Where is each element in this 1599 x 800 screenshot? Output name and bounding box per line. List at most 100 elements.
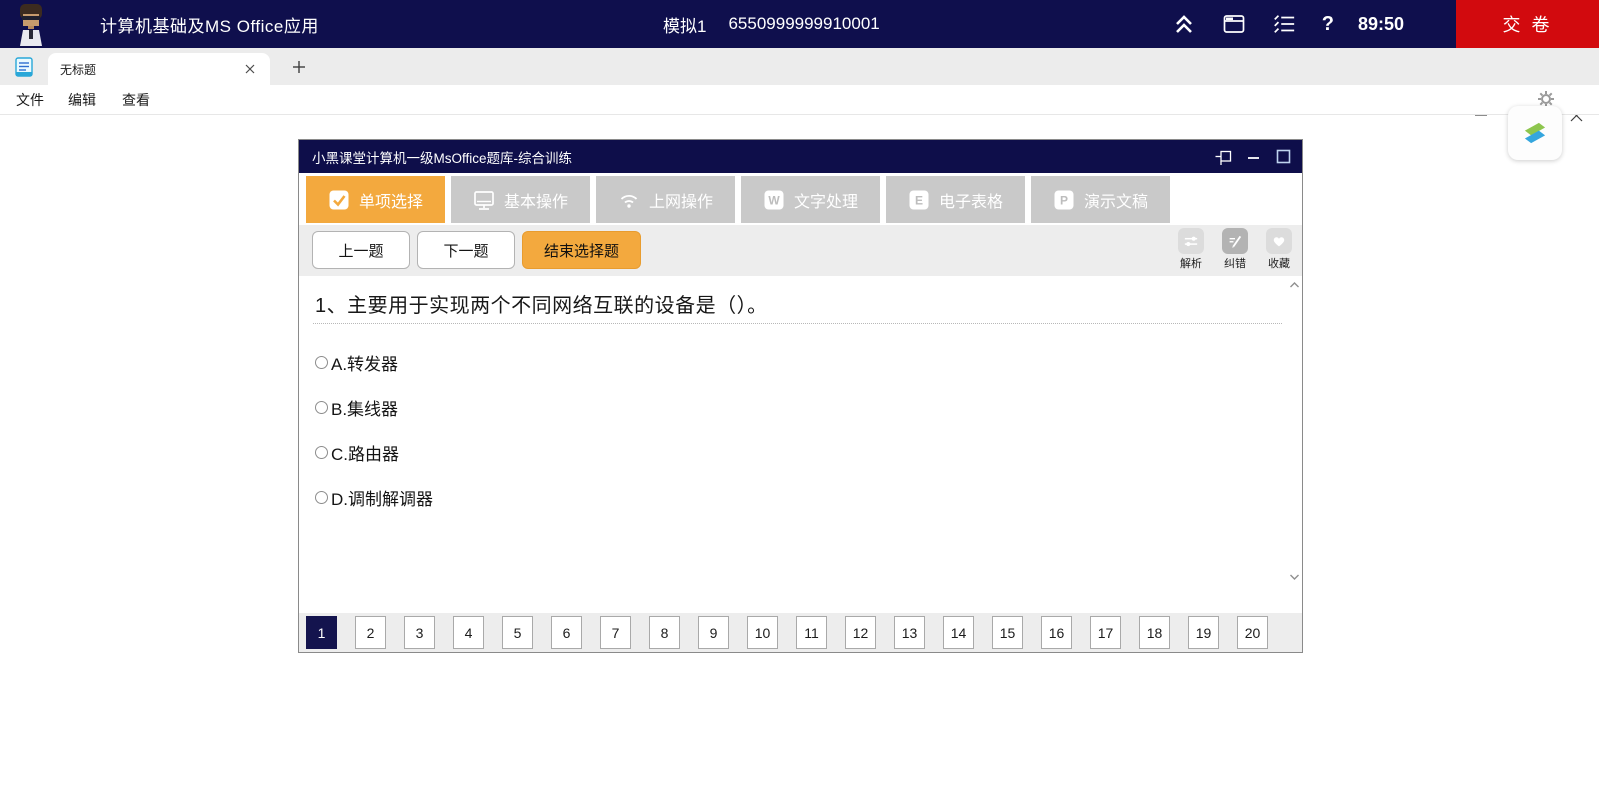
tab-single-choice[interactable]: 单项选择 xyxy=(306,176,445,223)
ppt-icon: P xyxy=(1053,189,1075,211)
quiz-dialog-titlebar[interactable]: 小黑课堂计算机一级MsOffice题库-综合训练 xyxy=(299,140,1302,173)
option-b-label: B.集线器 xyxy=(331,395,398,420)
submit-exam-button[interactable]: 交 卷 xyxy=(1456,0,1599,48)
favorite-tool[interactable]: 收藏 xyxy=(1262,228,1296,271)
quiz-dialog-title: 小黑课堂计算机一级MsOffice题库-综合训练 xyxy=(312,147,1215,167)
analysis-label: 解析 xyxy=(1180,255,1202,271)
new-tab-icon[interactable] xyxy=(290,58,308,76)
collapse-chevrons-icon[interactable] xyxy=(1172,12,1196,36)
scroll-down-icon[interactable] xyxy=(1289,573,1300,581)
menu-view[interactable]: 查看 xyxy=(118,85,154,115)
tab-label: 电子表格 xyxy=(939,188,1003,212)
question-type-tabs: 单项选择 基本操作 上网操作 xyxy=(299,173,1302,225)
question-number-7[interactable]: 7 xyxy=(600,616,631,649)
radio-icon[interactable] xyxy=(315,491,328,504)
menu-file[interactable]: 文件 xyxy=(12,85,48,115)
screen: 计算机基础及MS Office应用 模拟1 6550999999910001 xyxy=(0,0,1599,800)
analysis-tool[interactable]: 解析 xyxy=(1174,228,1208,271)
notepad-tab-title: 无标题 xyxy=(60,61,242,78)
zigzag-logo-icon xyxy=(1514,112,1556,154)
question-number-19[interactable]: 19 xyxy=(1188,616,1219,649)
question-number-8[interactable]: 8 xyxy=(649,616,680,649)
tab-close-icon[interactable] xyxy=(242,61,258,77)
question-tools: 解析 纠错 xyxy=(1174,228,1296,271)
svg-text:W: W xyxy=(768,193,780,207)
question-number-14[interactable]: 14 xyxy=(943,616,974,649)
pencil-icon xyxy=(1222,228,1248,254)
question-number-2[interactable]: 2 xyxy=(355,616,386,649)
tab-basic-operation[interactable]: 基本操作 xyxy=(451,176,590,223)
question-number-pager: 1 2 3 4 5 6 7 8 9 10 11 12 13 14 15 16 1… xyxy=(299,613,1302,652)
topbar-actions: ? 89:50 交 卷 xyxy=(1172,0,1599,48)
tab-word-processing[interactable]: W 文字处理 xyxy=(741,176,880,223)
question-separator xyxy=(313,323,1282,324)
dialog-minimize-icon[interactable] xyxy=(1245,148,1262,165)
question-number-16[interactable]: 16 xyxy=(1041,616,1072,649)
notepad-tabstrip: 无标题 xyxy=(0,48,1599,85)
question-number-4[interactable]: 4 xyxy=(453,616,484,649)
question-text: 1、主要用于实现两个不同网络互联的设备是（）。 xyxy=(315,289,768,318)
question-number-5[interactable]: 5 xyxy=(502,616,533,649)
question-number-9[interactable]: 9 xyxy=(698,616,729,649)
favorite-label: 收藏 xyxy=(1268,255,1290,271)
question-number-20[interactable]: 20 xyxy=(1237,616,1268,649)
question-scrollbar[interactable] xyxy=(1288,281,1301,581)
question-number-1[interactable]: 1 xyxy=(306,616,337,649)
option-a[interactable]: A.转发器 xyxy=(315,350,398,375)
exam-id: 6550999999910001 xyxy=(728,14,879,34)
check-square-icon xyxy=(328,189,350,211)
question-number-3[interactable]: 3 xyxy=(404,616,435,649)
window-icon[interactable] xyxy=(1222,12,1246,36)
menu-edit[interactable]: 编辑 xyxy=(64,85,100,115)
app-logo-avatar xyxy=(16,3,46,46)
word-icon: W xyxy=(763,189,785,211)
svg-text:P: P xyxy=(1060,193,1068,207)
quiz-titlebar-icons xyxy=(1215,148,1292,165)
dialog-maximize-icon[interactable] xyxy=(1275,148,1292,165)
tab-label: 文字处理 xyxy=(794,188,858,212)
question-number-10[interactable]: 10 xyxy=(747,616,778,649)
question-area: 1、主要用于实现两个不同网络互联的设备是（）。 A.转发器 B.集线器 C.路由… xyxy=(299,276,1302,613)
question-number-12[interactable]: 12 xyxy=(845,616,876,649)
question-number-15[interactable]: 15 xyxy=(992,616,1023,649)
question-number-18[interactable]: 18 xyxy=(1139,616,1170,649)
option-d-label: D.调制解调器 xyxy=(331,485,433,510)
prev-question-button[interactable]: 上一题 xyxy=(312,231,410,269)
exam-session: 模拟1 6550999999910001 xyxy=(663,0,880,48)
tab-label: 演示文稿 xyxy=(1084,188,1148,212)
pin-icon[interactable] xyxy=(1215,148,1232,165)
question-list-icon[interactable] xyxy=(1272,12,1296,36)
exam-title: 计算机基础及MS Office应用 xyxy=(100,0,319,48)
exam-timer: 89:50 xyxy=(1358,14,1404,35)
scroll-up-icon[interactable] xyxy=(1289,281,1300,289)
report-error-tool[interactable]: 纠错 xyxy=(1218,228,1252,271)
next-question-button[interactable]: 下一题 xyxy=(417,231,515,269)
tab-label: 上网操作 xyxy=(649,188,713,212)
question-number-6[interactable]: 6 xyxy=(551,616,582,649)
tab-presentation[interactable]: P 演示文稿 xyxy=(1031,176,1170,223)
assistant-floating-logo[interactable] xyxy=(1508,106,1562,160)
wifi-icon xyxy=(618,189,640,211)
question-number-17[interactable]: 17 xyxy=(1090,616,1121,649)
exam-topbar: 计算机基础及MS Office应用 模拟1 6550999999910001 xyxy=(0,0,1599,48)
option-c[interactable]: C.路由器 xyxy=(315,440,399,465)
notepad-icon xyxy=(14,56,34,77)
radio-icon[interactable] xyxy=(315,446,328,459)
option-d[interactable]: D.调制解调器 xyxy=(315,485,433,510)
analysis-sliders-icon xyxy=(1178,228,1204,254)
radio-icon[interactable] xyxy=(315,356,328,369)
question-number-11[interactable]: 11 xyxy=(796,616,827,649)
notepad-tab-untitled[interactable]: 无标题 xyxy=(48,53,270,85)
question-number-13[interactable]: 13 xyxy=(894,616,925,649)
finish-choice-button[interactable]: 结束选择题 xyxy=(522,231,641,269)
question-nav-row: 上一题 下一题 结束选择题 解析 xyxy=(299,225,1302,276)
help-icon[interactable]: ? xyxy=(1322,12,1334,36)
option-b[interactable]: B.集线器 xyxy=(315,395,398,420)
quiz-dialog: 小黑课堂计算机一级MsOffice题库-综合训练 xyxy=(298,139,1303,653)
tab-internet-operation[interactable]: 上网操作 xyxy=(596,176,735,223)
tab-spreadsheet[interactable]: E 电子表格 xyxy=(886,176,1025,223)
radio-icon[interactable] xyxy=(315,401,328,414)
svg-text:E: E xyxy=(915,193,923,207)
exam-mode: 模拟1 xyxy=(663,12,706,37)
notepad-menubar: 文件 编辑 查看 xyxy=(0,85,1599,115)
